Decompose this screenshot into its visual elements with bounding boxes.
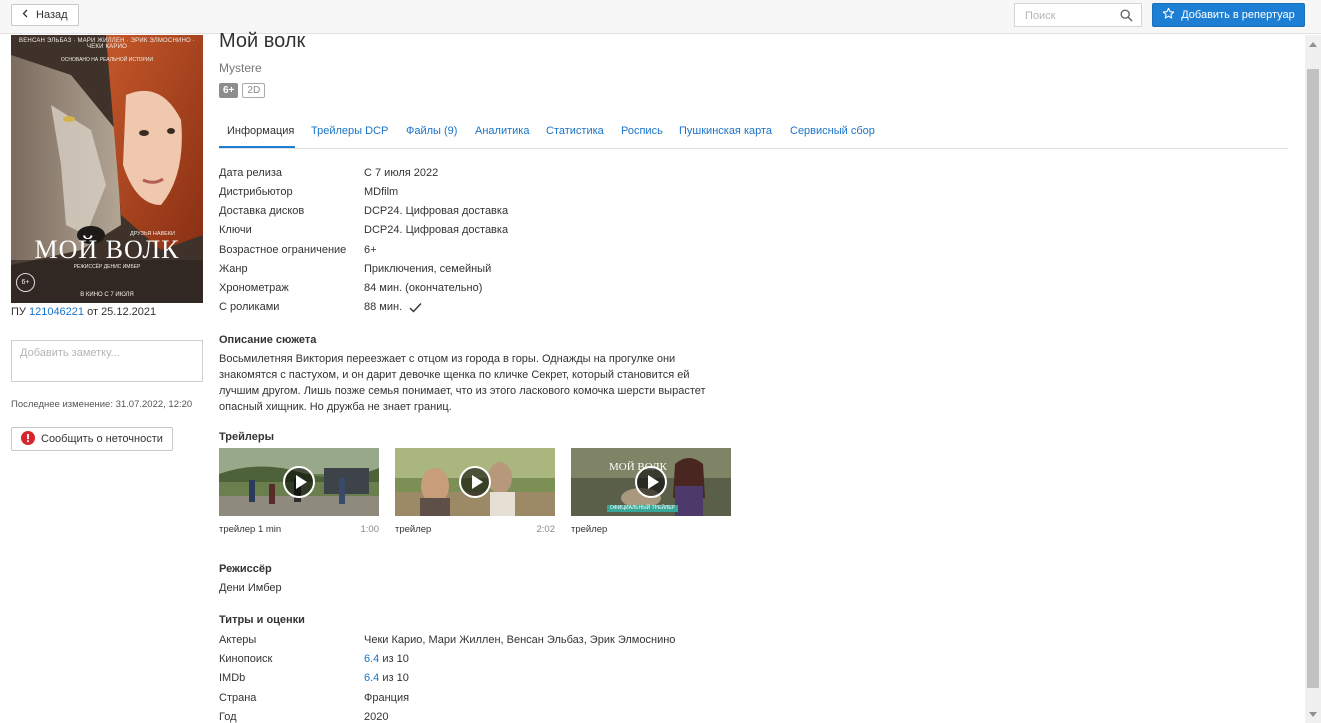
info-value-keys[interactable]: DCP24. Цифровая доставка — [364, 224, 508, 236]
add-to-repertoire-button[interactable]: Добавить в репертуар — [1152, 3, 1305, 27]
poster-release: В КИНО С 7 ИЮЛЯ — [80, 292, 134, 298]
report-inaccuracy-label: Сообщить о неточности — [41, 433, 163, 445]
distribution-certificate: ПУ 121046221 от 25.12.2021 — [11, 306, 156, 318]
trailer-label: трейлер — [395, 524, 432, 535]
film-poster: ВЕНСАН ЭЛЬБАЗ · МАРИ ЖИЛЛЕН · ЭРИК ЭЛМОС… — [11, 35, 203, 303]
trailers-heading: Трейлеры — [219, 431, 274, 443]
tab-statistics[interactable]: Статистика — [546, 125, 604, 137]
checkmark-icon — [409, 302, 422, 316]
trailer-thumbnail[interactable] — [395, 448, 555, 516]
credits-label-actors: Актеры — [219, 634, 257, 646]
scroll-up-icon[interactable] — [1309, 42, 1317, 47]
info-label-disc-delivery: Доставка дисков — [219, 205, 305, 217]
trailer-label: трейлер 1 min — [219, 524, 282, 535]
trailer-thumb-badge: ОФИЦИАЛЬНЫЙ ТРЕЙЛЕР — [607, 505, 678, 512]
tab-files[interactable]: Файлы (9) — [406, 125, 457, 137]
poster-credits: ВЕНСАН ЭЛЬБАЗ · МАРИ ЖИЛЛЕН · ЭРИК ЭЛМОС… — [19, 38, 195, 50]
tab-service-fee[interactable]: Сервисный сбор — [790, 125, 875, 137]
trailer-thumbnail[interactable]: МОЙ ВОЛК ОФИЦИАЛЬНЫЙ ТРЕЙЛЕР — [571, 448, 731, 516]
info-value-age-rating: 6+ — [364, 244, 377, 256]
info-label-runtime: Хронометраж — [219, 282, 289, 294]
scroll-down-icon[interactable] — [1309, 712, 1317, 717]
active-tab-indicator — [219, 146, 295, 148]
tab-pushkin-card[interactable]: Пушкинская карта — [679, 125, 772, 137]
credits-value-country: Франция — [364, 692, 410, 704]
credits-label-kinopoisk: Кинопоиск — [219, 653, 273, 665]
plot-heading: Описание сюжета — [219, 334, 317, 346]
info-value-distributor[interactable]: MDfilm — [364, 186, 398, 198]
info-value-genre: Приключения, семейный — [364, 263, 492, 275]
info-label-with-ads: С роликами — [219, 301, 280, 313]
kinopoisk-score-link[interactable]: 6.4 — [364, 653, 379, 665]
trailer-label: трейлер — [571, 524, 608, 535]
film-title: Мой волк — [219, 30, 306, 52]
trailer-duration: 1:00 — [360, 524, 380, 535]
imdb-score-link[interactable]: 6.4 — [364, 672, 379, 684]
search-icon[interactable] — [1120, 9, 1133, 25]
certificate-prefix: ПУ — [11, 306, 26, 318]
age-badge: 6+ — [219, 83, 239, 98]
top-bar: Назад Добавить в репертуар — [0, 0, 1321, 34]
tab-info[interactable]: Информация — [227, 125, 294, 137]
poster-age-badge: 6+ — [16, 273, 35, 292]
report-inaccuracy-button[interactable]: Сообщить о неточности — [11, 427, 173, 451]
credits-heading: Титры и оценки — [219, 614, 305, 626]
trailer-thumbnail[interactable] — [219, 448, 379, 516]
last-change-text: Последнее изменение: 31.07.2022, 12:20 — [11, 399, 193, 410]
play-icon[interactable] — [459, 466, 491, 498]
tab-trailers-dcp[interactable]: Трейлеры DCP — [311, 125, 388, 137]
note-input[interactable] — [11, 340, 203, 382]
credits-label-imdb: IMDb — [219, 672, 246, 684]
film-badges: 6+ 2D — [219, 83, 266, 98]
trailer-card-1[interactable]: трейлер 1 min 1:00 — [219, 448, 379, 535]
poster-tagline: ОСНОВАНО НА РЕАЛЬНОЙ ИСТОРИИ — [60, 57, 154, 63]
format-badge: 2D — [242, 83, 266, 98]
play-icon[interactable] — [283, 466, 315, 498]
director-name: Дени Имбер — [219, 582, 282, 594]
info-value-disc-delivery[interactable]: DCP24. Цифровая доставка — [364, 205, 508, 217]
credits-label-country: Страна — [219, 692, 257, 704]
film-original-title: Mystere — [219, 61, 262, 75]
search-input[interactable] — [1023, 5, 1123, 27]
director-heading: Режиссёр — [219, 563, 272, 575]
poster-director: РЕЖИССЁР ДЕНИС ИМБЕР — [73, 264, 141, 270]
trailer-card-3[interactable]: МОЙ ВОЛК ОФИЦИАЛЬНЫЙ ТРЕЙЛЕР трейлер — [571, 448, 731, 535]
tab-schedule[interactable]: Роспись — [621, 125, 663, 137]
info-label-genre: Жанр — [219, 263, 248, 275]
info-label-release: Дата релиза — [219, 167, 283, 179]
scrollbar-thumb[interactable] — [1307, 69, 1319, 688]
certificate-date: от 25.12.2021 — [87, 306, 157, 318]
credits-value-imdb: 6.4 из 10 — [364, 672, 409, 684]
kinopoisk-score-suffix: из 10 — [382, 653, 409, 665]
info-value-release: С 7 июля 2022 — [364, 167, 439, 179]
search-box[interactable] — [1014, 3, 1142, 27]
back-button-label: Назад — [36, 9, 68, 21]
star-icon — [1162, 7, 1175, 23]
play-icon[interactable] — [635, 466, 667, 498]
tab-bar: Информация Трейлеры DCP Файлы (9) Аналит… — [219, 118, 1288, 149]
info-value-with-ads: 88 мин. — [364, 301, 403, 313]
poster-title: МОЙ ВОЛК — [34, 235, 180, 264]
credits-value-kinopoisk: 6.4 из 10 — [364, 653, 409, 665]
certificate-number-link[interactable]: 121046221 — [29, 306, 84, 318]
plot-description: Восьмилетняя Виктория переезжает с отцом… — [219, 353, 706, 413]
tab-analytics[interactable]: Аналитика — [475, 125, 529, 137]
credits-label-year: Год — [219, 711, 237, 723]
info-label-keys: Ключи — [219, 224, 252, 236]
add-to-repertoire-label: Добавить в репертуар — [1181, 9, 1295, 21]
credits-value-year: 2020 — [364, 711, 389, 723]
info-value-runtime: 84 мин. (окончательно) — [364, 282, 483, 294]
credits-value-actors: Чеки Карио, Мари Жиллен, Венсан Эльбаз, … — [364, 634, 676, 646]
chevron-left-icon — [22, 9, 28, 21]
trailer-duration: 2:02 — [536, 524, 556, 535]
alert-icon — [21, 430, 35, 448]
back-button[interactable]: Назад — [11, 4, 79, 26]
imdb-score-suffix: из 10 — [382, 672, 409, 684]
info-label-age-rating: Возрастное ограничение — [219, 244, 347, 256]
info-label-distributor: Дистрибьютор — [219, 186, 293, 198]
trailer-card-2[interactable]: трейлер 2:02 — [395, 448, 555, 535]
